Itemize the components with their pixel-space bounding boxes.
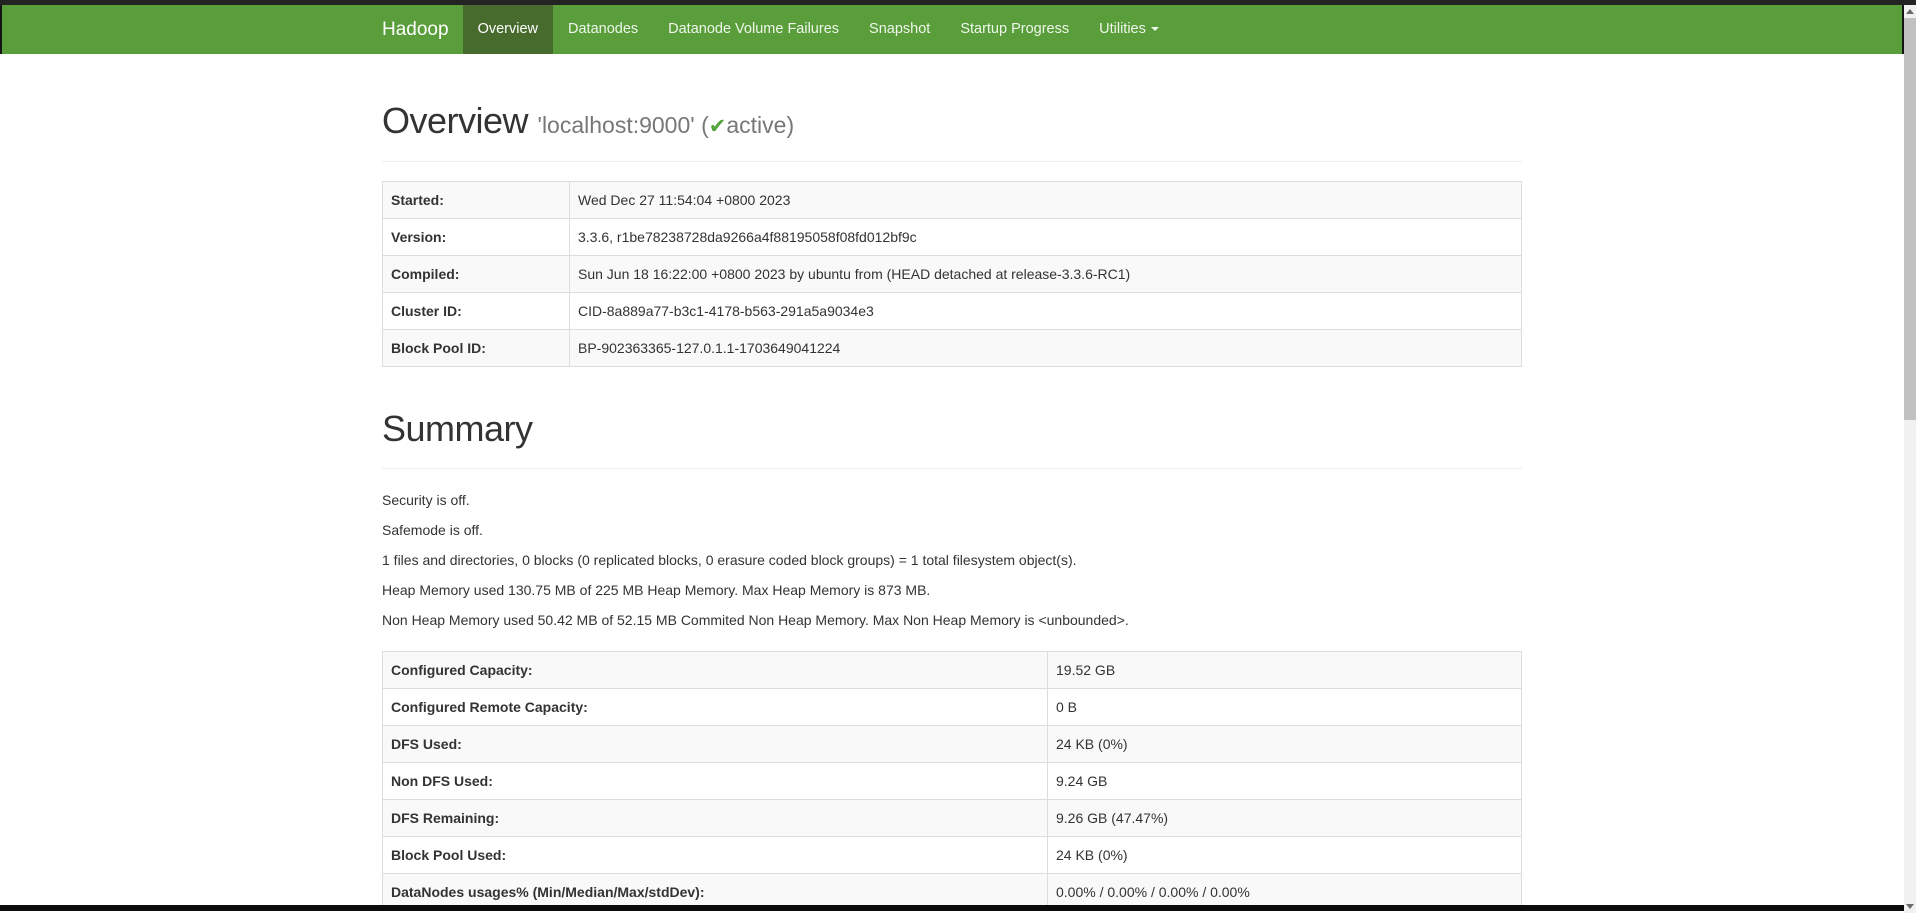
summary-page-header: Summary <box>382 405 1522 470</box>
vertical-scrollbar[interactable] <box>1904 5 1916 913</box>
namenode-host: 'localhost:9000' <box>537 112 695 138</box>
scrollbar-thumb[interactable] <box>1904 18 1916 420</box>
row-value: 9.24 GB <box>1047 762 1522 801</box>
row-label: DataNodes usages% (Min/Median/Max/stdDev… <box>382 873 1048 905</box>
row-value: CID-8a889a77-b3c1-4178-b563-291a5a9034e3 <box>569 291 1522 330</box>
summary-line-safemode: Safemode is off. <box>382 522 483 539</box>
table-row: Block Pool Used: 24 KB (0%) <box>382 836 1522 875</box>
window-top-border <box>0 0 1916 5</box>
table-row: Started: Wed Dec 27 11:54:04 +0800 2023 <box>382 180 1522 219</box>
row-label: Cluster ID: <box>382 291 570 330</box>
nav-item-datanode-volume-failures[interactable]: Datanode Volume Failures <box>653 5 854 54</box>
capacity-table: Configured Capacity: 19.52 GB Configured… <box>382 651 1522 905</box>
summary-paragraphs: Security is off. Safemode is off. 1 file… <box>382 490 1522 630</box>
navbar-brand-hadoop[interactable]: Hadoop <box>382 5 463 54</box>
row-value: 0.00% / 0.00% / 0.00% / 0.00% <box>1047 873 1522 905</box>
scrollbar-up-arrow-icon[interactable] <box>1904 5 1916 18</box>
page-subtitle: 'localhost:9000' (✔active) <box>538 112 795 138</box>
row-value: Wed Dec 27 11:54:04 +0800 2023 <box>569 180 1522 219</box>
row-label: Block Pool ID: <box>382 328 570 367</box>
navbar: Hadoop Overview Datanodes Datanode Volum… <box>0 5 1904 54</box>
page-title: Overview 'localhost:9000' (✔active) <box>382 97 1522 145</box>
row-label: DFS Used: <box>382 725 1048 764</box>
summary-line-files: 1 files and directories, 0 blocks (0 rep… <box>382 552 1077 569</box>
window-bottom-border <box>0 905 1904 911</box>
table-row: Non DFS Used: 9.24 GB <box>382 762 1522 801</box>
namenode-info-table: Started: Wed Dec 27 11:54:04 +0800 2023 … <box>382 180 1522 367</box>
summary-line-security: Security is off. <box>382 492 470 509</box>
row-label: Block Pool Used: <box>382 836 1048 875</box>
row-value: 9.26 GB (47.47%) <box>1047 799 1522 838</box>
browser-viewport: Hadoop Overview Datanodes Datanode Volum… <box>0 5 1904 905</box>
nav-item-snapshot[interactable]: Snapshot <box>854 5 945 54</box>
table-row: DFS Used: 24 KB (0%) <box>382 725 1522 764</box>
nav-item-datanodes[interactable]: Datanodes <box>553 5 653 54</box>
row-value: Sun Jun 18 16:22:00 +0800 2023 by ubuntu… <box>569 254 1522 293</box>
summary-line-nonheap: Non Heap Memory used 50.42 MB of 52.15 M… <box>382 612 1129 629</box>
scrollbar-down-arrow-icon[interactable] <box>1904 900 1916 913</box>
table-row: DataNodes usages% (Min/Median/Max/stdDev… <box>382 873 1522 905</box>
chevron-down-icon <box>1150 27 1159 32</box>
row-label: Started: <box>382 180 570 219</box>
row-value: BP-902363365-127.0.1.1-1703649041224 <box>569 328 1522 367</box>
row-label: Compiled: <box>382 254 570 293</box>
row-value: 24 KB (0%) <box>1047 836 1522 875</box>
row-label: Configured Remote Capacity: <box>382 688 1048 727</box>
nav-item-utilities-dropdown[interactable]: Utilities <box>1084 5 1174 54</box>
active-check-icon: ✔ <box>708 115 727 138</box>
table-row: Block Pool ID: BP-902363365-127.0.1.1-17… <box>382 328 1522 367</box>
navbar-container: Hadoop Overview Datanodes Datanode Volum… <box>367 5 1537 54</box>
overview-page-header: Overview 'localhost:9000' (✔active) <box>382 97 1522 162</box>
row-label: DFS Remaining: <box>382 799 1048 838</box>
table-row: Cluster ID: CID-8a889a77-b3c1-4178-b563-… <box>382 291 1522 330</box>
paren-close: ) <box>786 112 795 138</box>
page-title-text: Overview <box>382 100 529 141</box>
row-label: Version: <box>382 217 570 256</box>
row-value: 24 KB (0%) <box>1047 725 1522 764</box>
row-label: Configured Capacity: <box>382 651 1048 690</box>
row-value: 19.52 GB <box>1047 651 1522 690</box>
main-content: Overview 'localhost:9000' (✔active) Star… <box>367 97 1537 905</box>
table-row: Configured Capacity: 19.52 GB <box>382 651 1522 690</box>
paren-open: ( <box>701 112 709 138</box>
nav-item-overview[interactable]: Overview <box>462 5 553 54</box>
summary-line-heap: Heap Memory used 130.75 MB of 225 MB Hea… <box>382 582 931 599</box>
table-row: DFS Remaining: 9.26 GB (47.47%) <box>382 799 1522 838</box>
utilities-label: Utilities <box>1099 21 1146 37</box>
row-value: 3.3.6, r1be78238728da9266a4f88195058f08f… <box>569 217 1522 256</box>
row-value: 0 B <box>1047 688 1522 727</box>
nav-item-startup-progress[interactable]: Startup Progress <box>945 5 1084 54</box>
table-row: Configured Remote Capacity: 0 B <box>382 688 1522 727</box>
row-label: Non DFS Used: <box>382 762 1048 801</box>
namenode-state: active <box>726 112 787 138</box>
table-row: Version: 3.3.6, r1be78238728da9266a4f881… <box>382 217 1522 256</box>
summary-title: Summary <box>382 407 533 449</box>
table-row: Compiled: Sun Jun 18 16:22:00 +0800 2023… <box>382 254 1522 293</box>
